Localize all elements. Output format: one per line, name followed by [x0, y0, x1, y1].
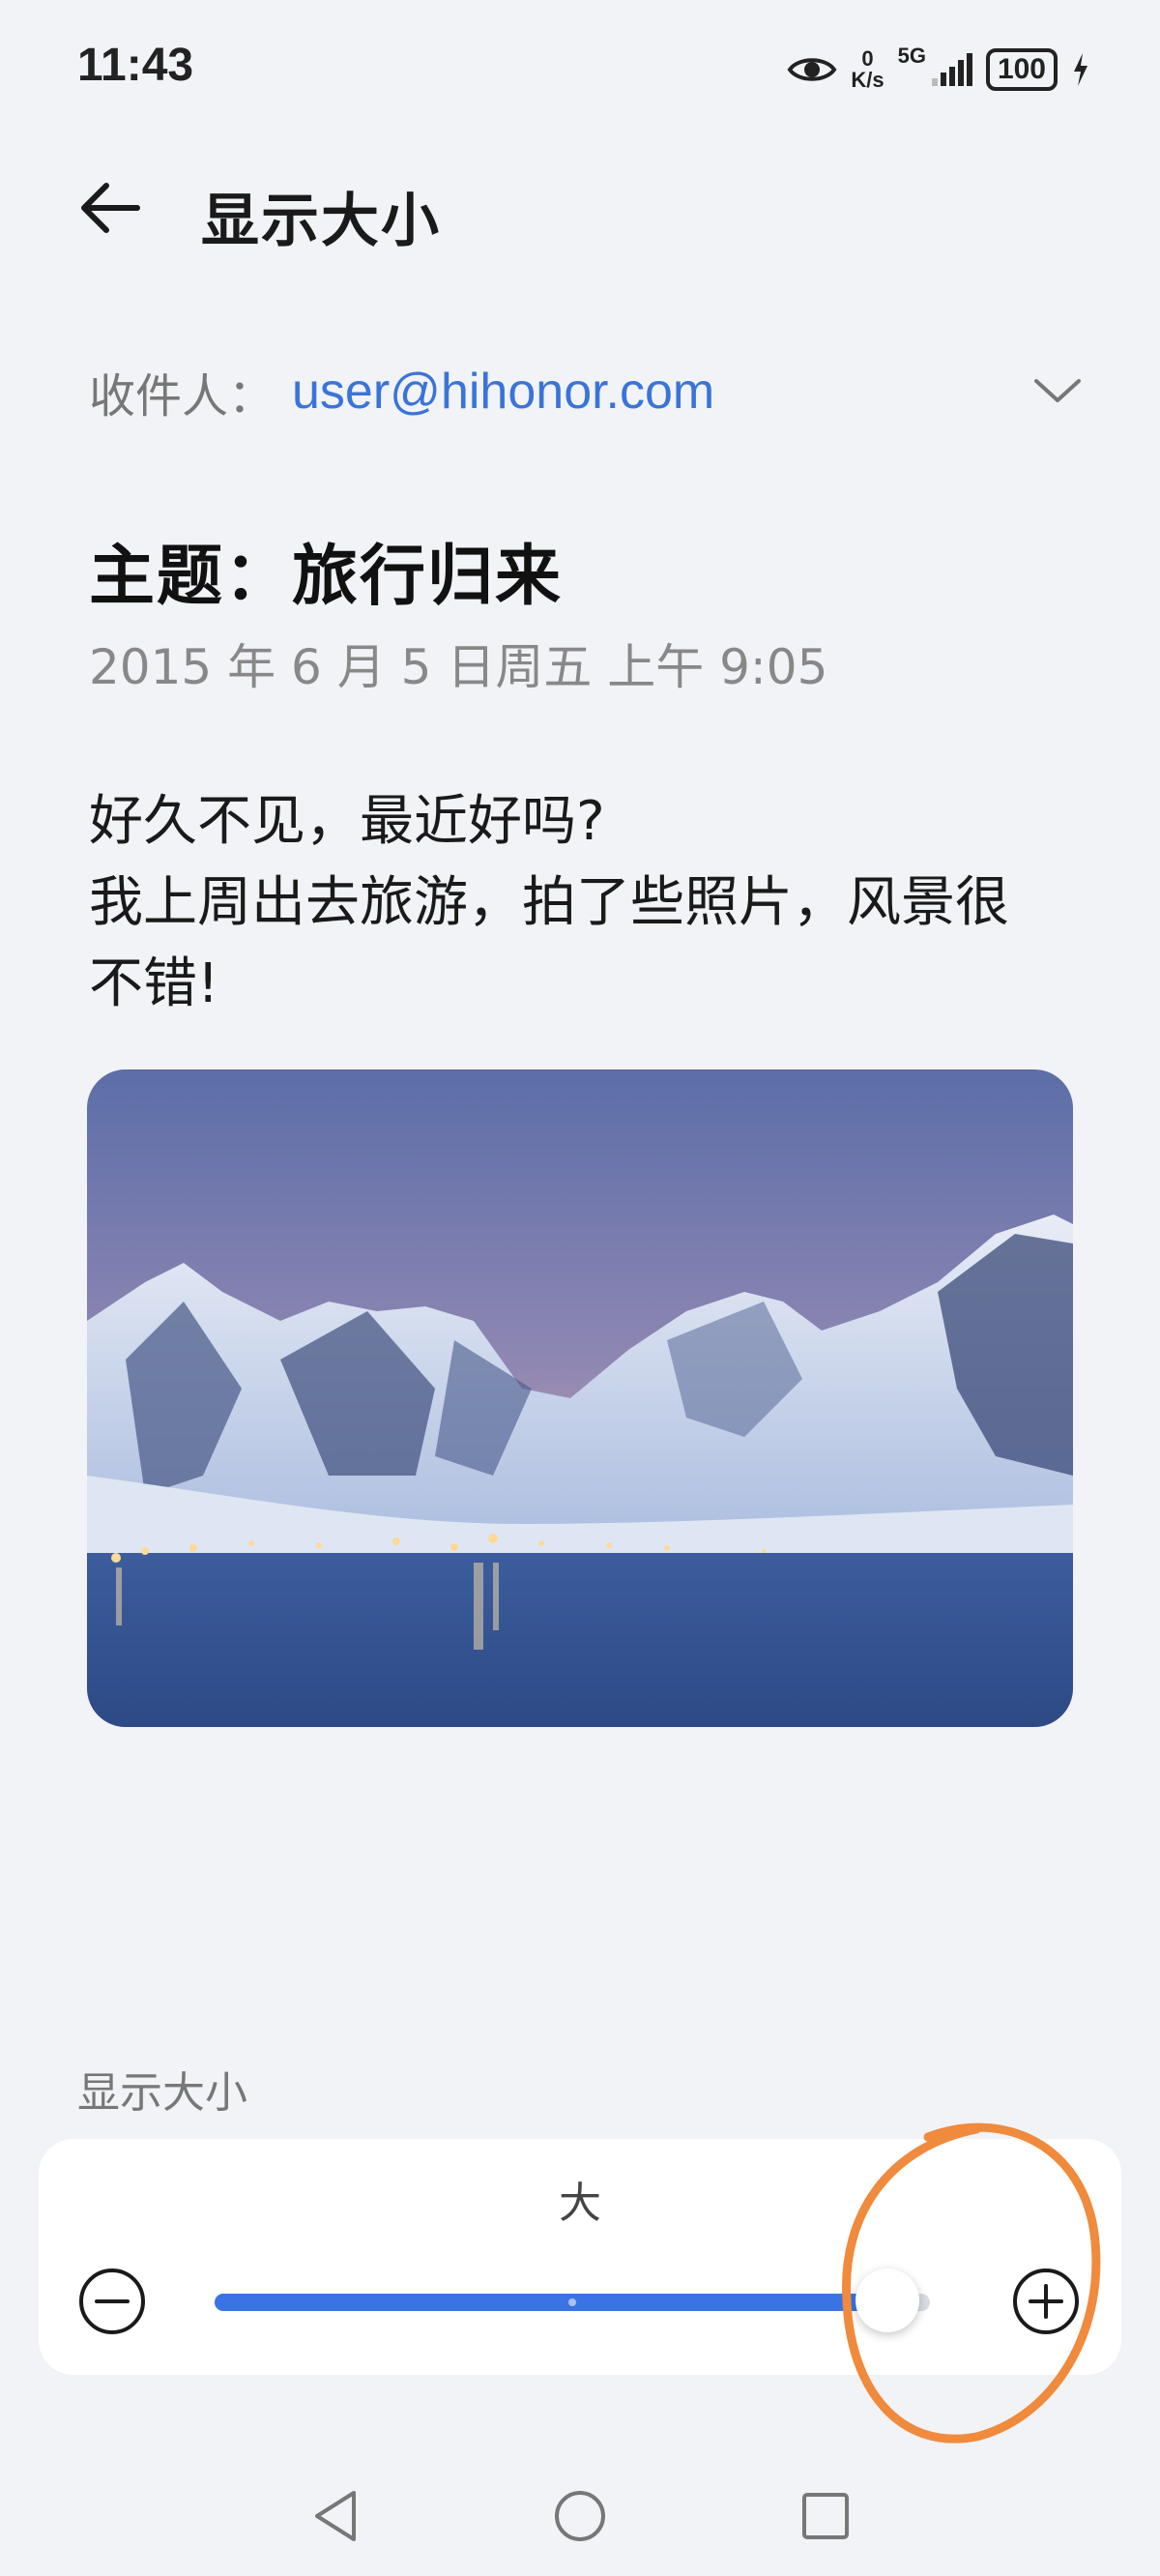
recipient-row: 收件人： user@hihonor.com: [89, 358, 1085, 425]
status-icons: 0 K/s 5G 100: [787, 43, 1090, 97]
chevron-down-icon[interactable]: [1030, 369, 1085, 412]
status-bar: 11:43 0 K/s 5G 100: [0, 0, 1160, 135]
slider-thumb[interactable]: [855, 2269, 919, 2332]
display-size-card: 大: [39, 2139, 1121, 2375]
increase-size-button[interactable]: [1011, 2267, 1081, 2336]
body-line: 我上周出去旅游，拍了些照片，风景很: [89, 871, 1009, 934]
net-speed-unit: K/s: [851, 68, 884, 92]
decrease-size-button[interactable]: [77, 2267, 147, 2336]
body-line: 好久不见，最近好吗?: [89, 790, 605, 853]
display-size-label: 显示大小: [77, 2068, 247, 2118]
body-line: 不错!: [89, 952, 219, 1015]
size-slider[interactable]: [215, 2269, 930, 2332]
size-level-label: 大: [559, 2179, 601, 2228]
recipient-label: 收件人：: [89, 369, 276, 424]
app-header: 显示大小: [0, 155, 1160, 261]
slider-tick: [568, 2298, 576, 2306]
nav-home-icon[interactable]: [549, 2485, 611, 2547]
email-date: 2015 年 6 月 5 日周五 上午 9:05: [89, 639, 828, 695]
slider-fill: [215, 2294, 887, 2311]
email-photo[interactable]: [87, 1069, 1073, 1727]
landscape-image: [87, 1069, 1073, 1727]
battery-icon: 100: [985, 48, 1058, 91]
page-title: 显示大小: [201, 188, 441, 255]
net-speed-value: 0: [861, 46, 874, 71]
charging-icon: [1074, 53, 1088, 86]
status-time: 11:43: [77, 40, 194, 91]
nav-back-icon[interactable]: [305, 2485, 367, 2547]
signal-icon: [931, 53, 972, 86]
back-arrow-icon[interactable]: [75, 174, 153, 242]
recipient-address[interactable]: user@hihonor.com: [292, 363, 714, 421]
nav-recent-icon[interactable]: [795, 2485, 856, 2547]
navigation-bar: [0, 2456, 1160, 2572]
eye-icon: [787, 58, 837, 81]
email-body: 好久不见，最近好吗? 我上周出去旅游，拍了些照片，风景很 不错!: [89, 781, 1085, 1025]
battery-level: 100: [997, 53, 1046, 85]
net-speed: 0 K/s: [851, 48, 884, 91]
email-subject: 主题：旅行归来: [89, 539, 564, 615]
network-type: 5G: [897, 44, 926, 68]
